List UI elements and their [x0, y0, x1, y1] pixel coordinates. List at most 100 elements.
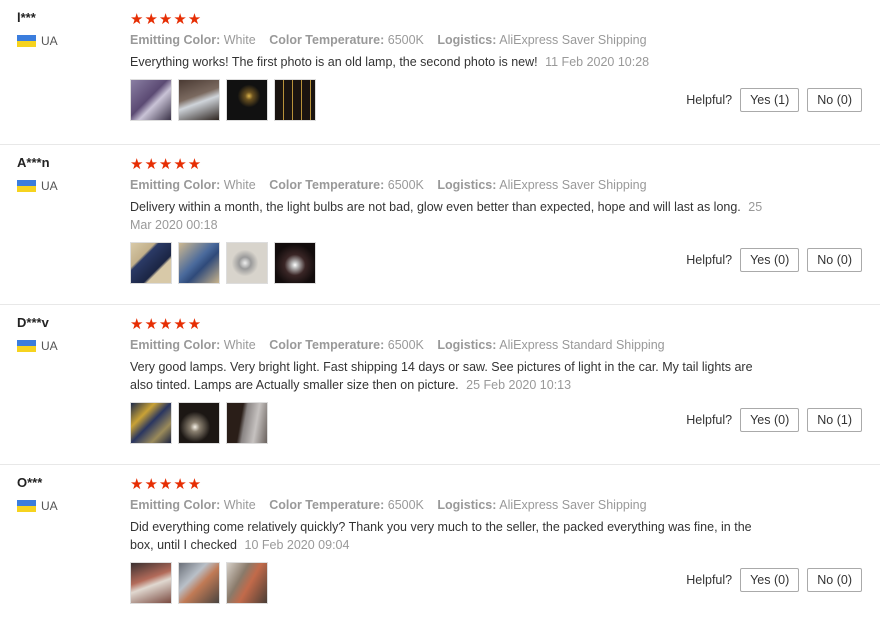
helpful-no-button[interactable]: No (0) [807, 568, 862, 592]
reviewer-name: D***v [17, 315, 49, 330]
ukraine-flag-icon [17, 340, 36, 352]
review-item: D***v UA ★★★★★ Emitting Color: White Col… [0, 305, 880, 465]
ukraine-flag-icon [17, 35, 36, 47]
color-temperature-label: Color Temperature: [269, 178, 385, 192]
review-photo-thumbnail[interactable] [178, 402, 220, 444]
review-photo-thumbnail[interactable] [274, 242, 316, 284]
country-code: UA [41, 34, 58, 48]
emitting-color-label: Emitting Color: [130, 338, 221, 352]
star-rating: ★★★★★ [130, 11, 203, 28]
review-item: O*** UA ★★★★★ Emitting Color: White Colo… [0, 465, 880, 622]
reviewer-country: UA [17, 179, 117, 193]
review-photo-thumbnail[interactable] [130, 562, 172, 604]
review-body: Delivery within a month, the light bulbs… [130, 200, 741, 214]
review-photo-thumbnail[interactable] [178, 79, 220, 121]
review-photo-thumbnail[interactable] [274, 79, 316, 121]
review-list: l*** UA ★★★★★ Emitting Color: White Colo… [0, 0, 880, 622]
review-date: 10 Feb 2020 09:04 [244, 538, 350, 552]
review-photo-thumbnail[interactable] [226, 562, 268, 604]
logistics-label: Logistics: [437, 498, 497, 512]
reviewer-name: l*** [17, 10, 36, 25]
ukraine-flag-icon [17, 180, 36, 192]
helpful-label: Helpful? [686, 253, 733, 267]
review-photos [130, 402, 770, 444]
review-photos [130, 562, 770, 604]
helpful-controls: Helpful? Yes (0) No (0) [686, 248, 862, 272]
color-temperature-value: 6500K [387, 498, 424, 512]
emitting-color-value: White [223, 498, 256, 512]
color-temperature-value: 6500K [387, 178, 424, 192]
color-temperature-label: Color Temperature: [269, 338, 385, 352]
review-content: ★★★★★ Emitting Color: White Color Temper… [130, 477, 770, 604]
review-attributes: Emitting Color: White Color Temperature:… [130, 33, 770, 47]
helpful-yes-button[interactable]: Yes (0) [740, 408, 800, 432]
logistics-label: Logistics: [437, 33, 497, 47]
review-photo-thumbnail[interactable] [226, 242, 268, 284]
color-temperature-label: Color Temperature: [269, 33, 385, 47]
review-photo-thumbnail[interactable] [178, 562, 220, 604]
star-rating: ★★★★★ [130, 316, 200, 333]
emitting-color-value: White [223, 338, 256, 352]
helpful-label: Helpful? [686, 573, 733, 587]
review-photo-thumbnail[interactable] [178, 242, 220, 284]
emitting-color-label: Emitting Color: [130, 178, 221, 192]
reviewer-info: l*** UA [17, 10, 117, 48]
color-temperature-label: Color Temperature: [269, 498, 385, 512]
review-item: A***n UA ★★★★★ Emitting Color: White Col… [0, 145, 880, 305]
color-temperature-value: 6500K [387, 338, 424, 352]
country-code: UA [41, 179, 58, 193]
logistics-label: Logistics: [437, 338, 497, 352]
helpful-controls: Helpful? Yes (1) No (0) [686, 88, 862, 112]
review-photo-thumbnail[interactable] [130, 79, 172, 121]
review-photo-thumbnail[interactable] [130, 402, 172, 444]
helpful-label: Helpful? [686, 93, 733, 107]
logistics-value: AliExpress Saver Shipping [499, 178, 647, 192]
review-photos [130, 79, 770, 121]
helpful-controls: Helpful? Yes (0) No (0) [686, 568, 862, 592]
review-attributes: Emitting Color: White Color Temperature:… [130, 338, 770, 352]
star-rating: ★★★★★ [130, 156, 203, 173]
country-code: UA [41, 499, 58, 513]
emitting-color-value: White [223, 33, 256, 47]
logistics-value: AliExpress Standard Shipping [499, 338, 665, 352]
review-body: Very good lamps. Very bright light. Fast… [130, 360, 753, 392]
review-content: ★★★★★ Emitting Color: White Color Temper… [130, 317, 770, 444]
review-text: Everything works! The first photo is an … [130, 53, 770, 71]
review-attributes: Emitting Color: White Color Temperature:… [130, 498, 770, 512]
reviewer-info: A***n UA [17, 155, 117, 193]
reviewer-name: O*** [17, 475, 43, 490]
reviewer-name: A***n [17, 155, 50, 170]
review-body: Did everything come relatively quickly? … [130, 520, 752, 552]
country-code: UA [41, 339, 58, 353]
reviewer-info: O*** UA [17, 475, 117, 513]
review-photo-thumbnail[interactable] [226, 79, 268, 121]
review-date: 25 Feb 2020 10:13 [466, 378, 572, 392]
helpful-yes-button[interactable]: Yes (0) [740, 248, 800, 272]
review-body: Everything works! The first photo is an … [130, 55, 538, 69]
review-photo-thumbnail[interactable] [130, 242, 172, 284]
helpful-no-button[interactable]: No (0) [807, 248, 862, 272]
helpful-yes-button[interactable]: Yes (0) [740, 568, 800, 592]
helpful-no-button[interactable]: No (0) [807, 88, 862, 112]
ukraine-flag-icon [17, 500, 36, 512]
review-content: ★★★★★ Emitting Color: White Color Temper… [130, 12, 770, 121]
helpful-no-button[interactable]: No (1) [807, 408, 862, 432]
review-attributes: Emitting Color: White Color Temperature:… [130, 178, 770, 192]
review-text: Did everything come relatively quickly? … [130, 518, 770, 554]
helpful-controls: Helpful? Yes (0) No (1) [686, 408, 862, 432]
emitting-color-label: Emitting Color: [130, 33, 221, 47]
emitting-color-label: Emitting Color: [130, 498, 221, 512]
review-content: ★★★★★ Emitting Color: White Color Temper… [130, 157, 770, 284]
helpful-label: Helpful? [686, 413, 733, 427]
reviewer-country: UA [17, 499, 117, 513]
review-text: Delivery within a month, the light bulbs… [130, 198, 770, 234]
review-date: 11 Feb 2020 10:28 [545, 55, 650, 69]
review-photo-thumbnail[interactable] [226, 402, 268, 444]
star-rating: ★★★★★ [130, 476, 203, 493]
logistics-value: AliExpress Saver Shipping [499, 498, 647, 512]
review-photos [130, 242, 770, 284]
logistics-value: AliExpress Saver Shipping [499, 33, 647, 47]
helpful-yes-button[interactable]: Yes (1) [740, 88, 800, 112]
logistics-label: Logistics: [437, 178, 497, 192]
review-item: l*** UA ★★★★★ Emitting Color: White Colo… [0, 0, 880, 145]
